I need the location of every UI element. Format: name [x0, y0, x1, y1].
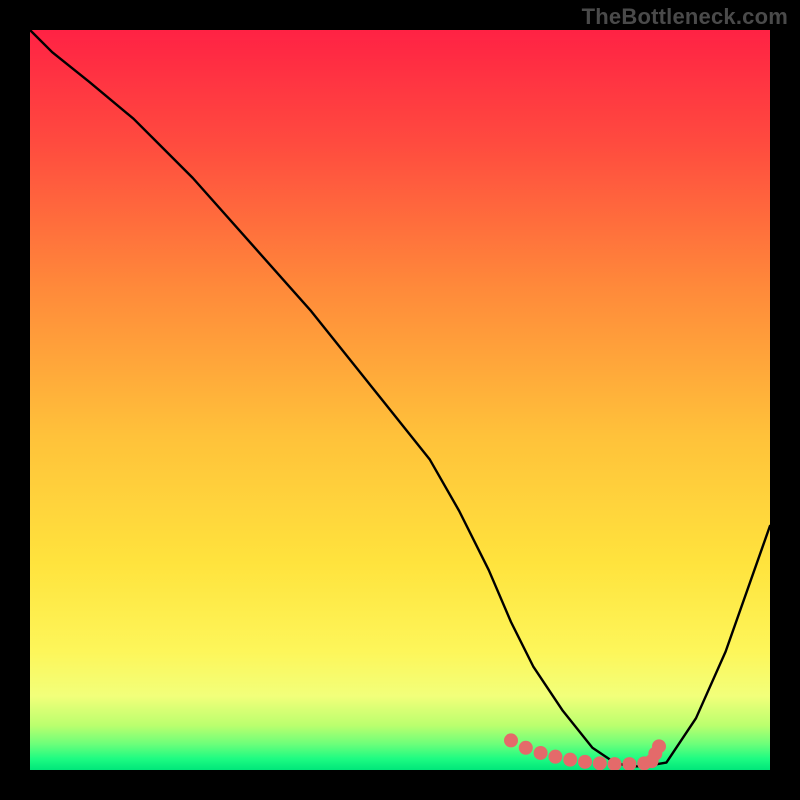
plot-area: [30, 30, 770, 770]
curve-marker: [652, 739, 666, 753]
curve-marker: [593, 756, 607, 770]
curve-marker: [563, 753, 577, 767]
curve-marker: [578, 755, 592, 769]
gradient-background: [30, 30, 770, 770]
watermark-text: TheBottleneck.com: [582, 4, 788, 30]
curve-marker: [504, 733, 518, 747]
stage: TheBottleneck.com: [0, 0, 800, 800]
curve-marker: [519, 741, 533, 755]
curve-marker: [548, 750, 562, 764]
chart-svg: [30, 30, 770, 770]
curve-marker: [534, 746, 548, 760]
